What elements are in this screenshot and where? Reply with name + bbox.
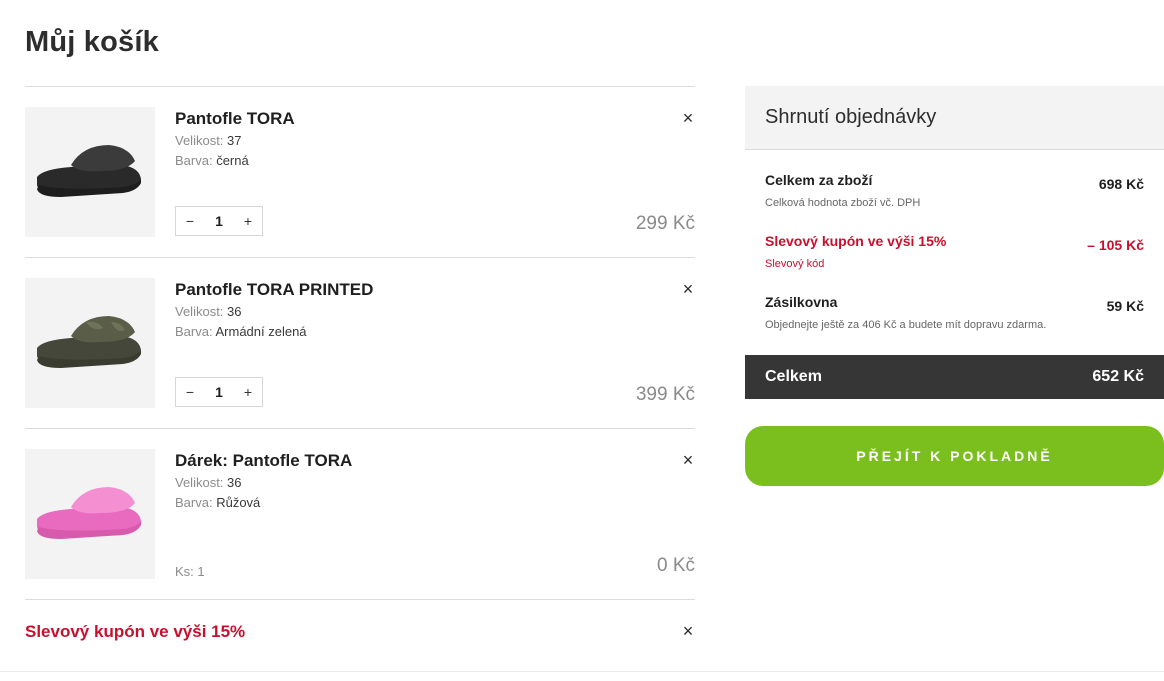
color-label: Barva:: [175, 495, 213, 510]
coupon-label: Slevový kupón ve výši 15%: [25, 622, 246, 641]
slipper-icon: [37, 316, 141, 368]
size-label: Velikost:: [175, 133, 224, 148]
color-value: Armádní zelená: [215, 324, 307, 339]
discount-amount: – 105 Kč: [1087, 237, 1144, 253]
summary-goods-row: Celkem za zboží Celková hodnota zboží vč…: [745, 172, 1164, 233]
product-size: Velikost: 37: [175, 133, 242, 148]
decrease-quantity-button[interactable]: −: [176, 384, 204, 400]
summary-shipping-row: Zásilkovna Objednejte ještě za 406 Kč a …: [745, 294, 1164, 355]
product-image[interactable]: [25, 449, 155, 579]
increase-quantity-button[interactable]: +: [234, 384, 262, 400]
goods-label: Celkem za zboží: [765, 172, 873, 188]
summary-total-row: Celkem 652 Kč: [745, 355, 1164, 399]
gift-quantity: Ks: 1: [175, 564, 205, 579]
item-price: 299 Kč: [635, 213, 695, 234]
goods-sublabel: Celková hodnota zboží vč. DPH: [765, 197, 921, 209]
applied-coupon: Slevový kupón ve výši 15% ×: [25, 600, 695, 663]
summary-discount-row: Slevový kupón ve výši 15% Slevový kód – …: [745, 233, 1164, 294]
product-size: Velikost: 36: [175, 475, 242, 490]
shipping-amount: 59 Kč: [1106, 298, 1144, 314]
cart-item: Dárek: Pantofle TORA Velikost: 36 Barva:…: [25, 429, 695, 600]
product-name[interactable]: Dárek: Pantofle TORA: [175, 451, 352, 471]
color-value: Růžová: [216, 495, 261, 510]
product-size: Velikost: 36: [175, 304, 242, 319]
remove-item-button[interactable]: ×: [681, 451, 695, 469]
total-amount: 652 Kč: [1092, 368, 1144, 385]
cart-list: Pantofle TORA Velikost: 37 Barva: černá …: [25, 86, 695, 663]
total-label: Celkem: [765, 368, 822, 385]
size-label: Velikost:: [175, 475, 224, 490]
product-color: Barva: Růžová: [175, 495, 260, 510]
color-value: černá: [216, 153, 249, 168]
product-color: Barva: Armádní zelená: [175, 324, 307, 339]
discount-sublabel: Slevový kód: [765, 258, 825, 270]
product-name[interactable]: Pantofle TORA: [175, 109, 295, 129]
shipping-label: Zásilkovna: [765, 294, 838, 310]
remove-item-button[interactable]: ×: [681, 280, 695, 298]
goods-amount: 698 Kč: [1098, 176, 1144, 192]
slipper-icon: [37, 145, 141, 197]
increase-quantity-button[interactable]: +: [234, 213, 262, 229]
summary-title: Shrnutí objednávky: [745, 86, 1164, 150]
item-price: 399 Kč: [635, 384, 695, 405]
product-image[interactable]: [25, 107, 155, 237]
remove-item-button[interactable]: ×: [681, 109, 695, 127]
size-label: Velikost:: [175, 304, 224, 319]
slipper-icon: [37, 487, 141, 539]
remove-coupon-button[interactable]: ×: [681, 622, 695, 640]
quantity-stepper: − 1 +: [175, 377, 263, 407]
quantity-value[interactable]: 1: [215, 384, 223, 400]
discount-label: Slevový kupón ve výši 15%: [765, 233, 947, 249]
cart-item: Pantofle TORA PRINTED Velikost: 36 Barva…: [25, 258, 695, 429]
cart-item: Pantofle TORA Velikost: 37 Barva: černá …: [25, 87, 695, 258]
product-image[interactable]: [25, 278, 155, 408]
product-name[interactable]: Pantofle TORA PRINTED: [175, 280, 373, 300]
color-label: Barva:: [175, 153, 213, 168]
size-value: 37: [227, 133, 242, 148]
page-title: Můj košík: [25, 26, 159, 58]
divider: [0, 671, 1164, 672]
product-color: Barva: černá: [175, 153, 249, 168]
shipping-sublabel: Objednejte ještě za 406 Kč a budete mít …: [765, 319, 1047, 331]
size-value: 36: [227, 304, 242, 319]
color-label: Barva:: [175, 324, 213, 339]
checkout-button[interactable]: PŘEJÍT K POKLADNĚ: [745, 426, 1164, 486]
order-summary: Shrnutí objednávky Celkem za zboží Celko…: [745, 86, 1164, 399]
quantity-value[interactable]: 1: [215, 213, 223, 229]
size-value: 36: [227, 475, 242, 490]
item-price: 0 Kč: [656, 555, 695, 576]
quantity-stepper: − 1 +: [175, 206, 263, 236]
decrease-quantity-button[interactable]: −: [176, 213, 204, 229]
